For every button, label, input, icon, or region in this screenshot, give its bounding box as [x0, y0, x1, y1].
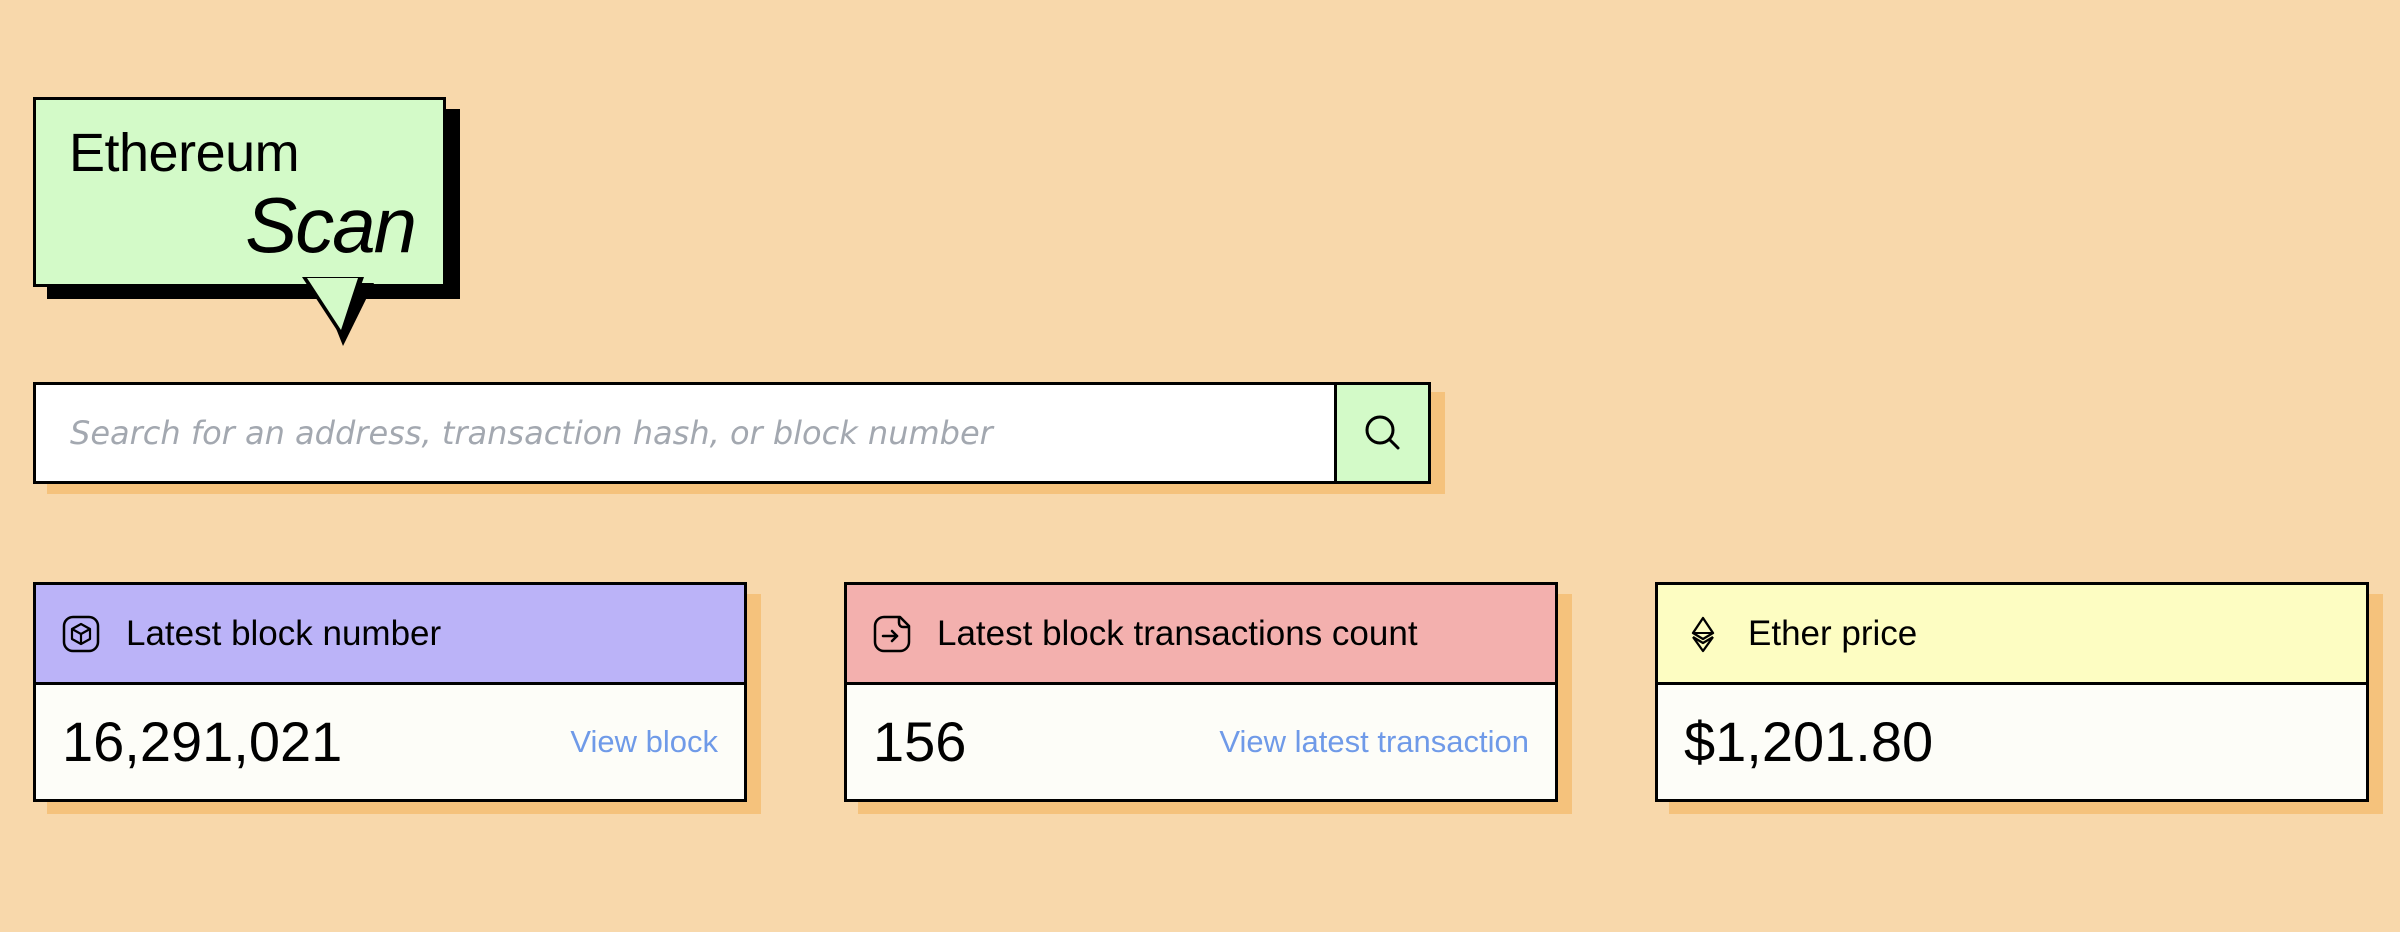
logo: Ethereum Scan — [33, 97, 460, 346]
search-box — [33, 382, 1431, 484]
search-button[interactable] — [1334, 385, 1428, 481]
view-latest-transaction-link[interactable]: View latest transaction — [1219, 724, 1529, 760]
card-body: 16,291,021 View block — [36, 685, 744, 799]
card-header: Latest block number — [36, 585, 744, 685]
document-arrow-icon — [873, 615, 911, 653]
cube-icon — [62, 615, 100, 653]
logo-title-line1: Ethereum — [69, 123, 300, 183]
ethereum-icon — [1684, 615, 1722, 653]
speech-bubble-tail — [302, 277, 374, 346]
ether-price-card: Ether price $1,201.80 — [1655, 582, 2383, 814]
card-body: $1,201.80 — [1658, 685, 2366, 799]
card-title: Latest block number — [126, 614, 442, 653]
search-icon — [1365, 415, 1399, 450]
search-bar — [33, 382, 1445, 494]
logo-box: Ethereum Scan — [33, 97, 446, 287]
block-number-value: 16,291,021 — [62, 710, 343, 773]
ether-price-value: $1,201.80 — [1684, 710, 1934, 773]
card-title: Latest block transactions count — [937, 614, 1418, 653]
card-title: Ether price — [1748, 614, 1918, 653]
card-header: Latest block transactions count — [847, 585, 1555, 685]
card-header: Ether price — [1658, 585, 2366, 685]
search-input[interactable] — [36, 385, 1334, 481]
card-frame: Ether price $1,201.80 — [1655, 582, 2369, 802]
card-body: 156 View latest transaction — [847, 685, 1555, 799]
logo-title-line2: Scan — [245, 181, 417, 269]
latest-transactions-card: Latest block transactions count 156 View… — [844, 582, 1572, 814]
card-frame: Latest block transactions count 156 View… — [844, 582, 1558, 802]
card-frame: Latest block number 16,291,021 View bloc… — [33, 582, 747, 802]
latest-block-card: Latest block number 16,291,021 View bloc… — [33, 582, 761, 814]
transactions-count-value: 156 — [873, 710, 967, 773]
view-block-link[interactable]: View block — [570, 724, 718, 760]
